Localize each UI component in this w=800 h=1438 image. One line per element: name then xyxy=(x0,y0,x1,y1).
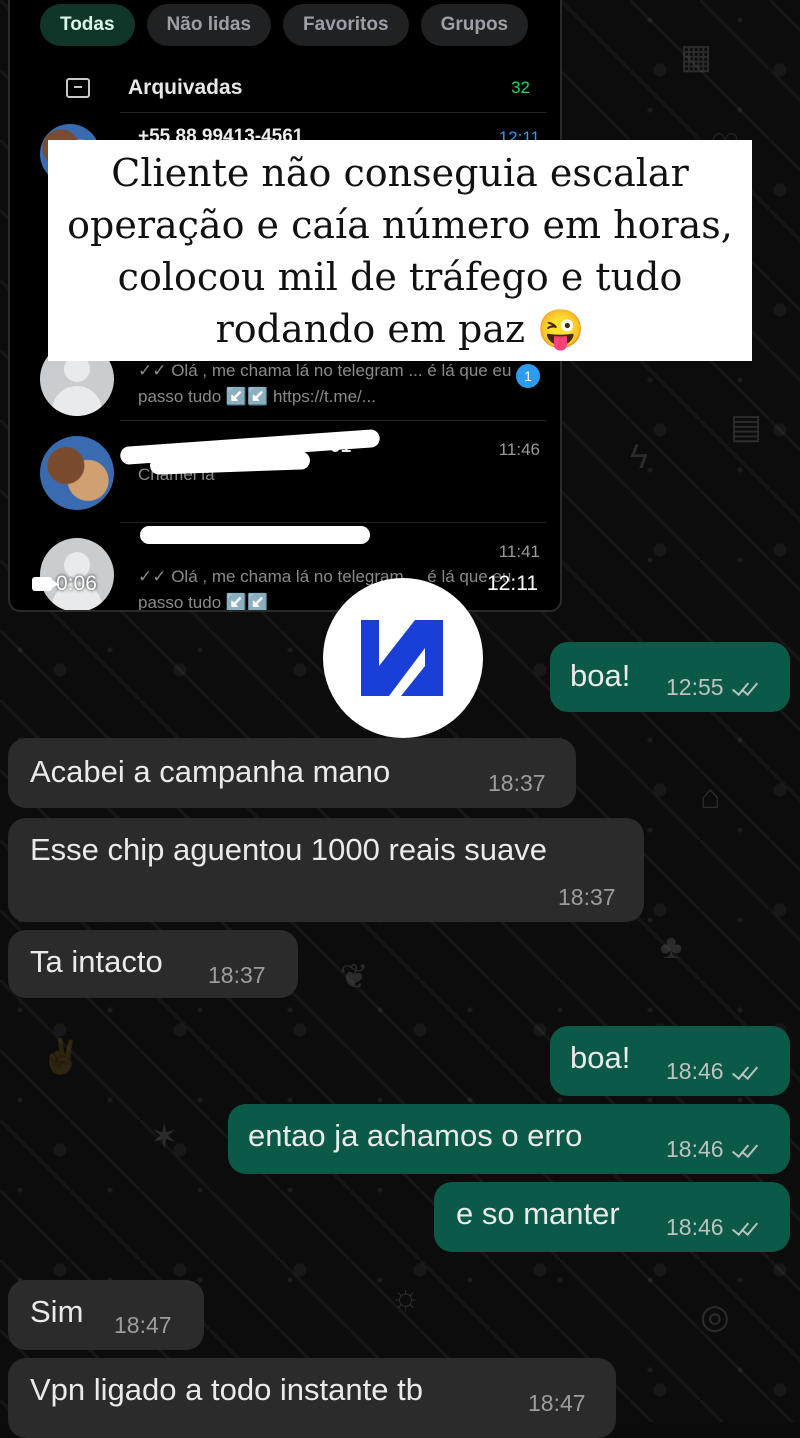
message-text: Acabei a campanha mano xyxy=(30,754,391,789)
message-text: Ta intacto xyxy=(30,944,163,979)
message-time: 18:47 xyxy=(114,1312,172,1338)
message-time: 18:37 xyxy=(558,884,616,910)
message-time: 18:46 xyxy=(666,1058,760,1085)
archive-icon xyxy=(66,78,90,98)
brand-logo xyxy=(323,578,483,738)
message-text: Vpn ligado a todo instante tb xyxy=(30,1372,423,1407)
message-time: 18:37 xyxy=(488,770,546,796)
divider xyxy=(120,420,546,421)
chat-filter-tabs: Todas Não lidas Favoritos Grupos xyxy=(40,4,529,46)
archived-count: 32 xyxy=(511,78,530,97)
chat-row[interactable]: 11:41 ✓✓ Olá , me chama lá no telegram .… xyxy=(40,526,540,610)
tab-favoritos[interactable]: Favoritos xyxy=(283,4,409,46)
message-text: boa! xyxy=(570,1040,631,1075)
archived-row[interactable]: Arquivadas 32 xyxy=(40,66,530,110)
doodle-peace-icon: ✌ xyxy=(40,1038,83,1076)
tab-nao-lidas[interactable]: Não lidas xyxy=(146,4,272,46)
doodle-lightning-icon: ϟ xyxy=(630,438,648,476)
read-ticks-icon xyxy=(730,1141,760,1159)
chat-preview: ✓✓ Olá , me chama lá no telegram ... é l… xyxy=(138,361,512,406)
message-outgoing[interactable]: entao ja achamos o erro 18:46 xyxy=(228,1104,790,1174)
message-outgoing[interactable]: boa! 12:55 xyxy=(550,642,790,712)
chat-time: 11:46 xyxy=(498,440,540,459)
archived-label: Arquivadas xyxy=(128,76,243,99)
story-caption: Cliente não conseguia escalar operação e… xyxy=(48,140,752,361)
message-time: 12:55 xyxy=(666,674,760,701)
tab-todas[interactable]: Todas xyxy=(40,4,135,46)
redaction-scribble xyxy=(140,526,370,544)
doodle-calculator-icon: ▤ xyxy=(730,408,763,446)
message-text: Esse chip aguentou 1000 reais suave xyxy=(30,832,548,867)
read-ticks-icon xyxy=(730,679,760,697)
doodle-calendar-icon: ▦ xyxy=(680,38,713,76)
video-duration-text: 0:06 xyxy=(56,572,97,595)
chat-row[interactable]: 01 11:46 Chamei la xyxy=(40,428,540,526)
message-time: 18:47 xyxy=(528,1390,586,1416)
video-camera-icon xyxy=(32,577,59,591)
doodle-sun-icon: ☼ xyxy=(390,1278,422,1316)
message-time: 18:46 xyxy=(666,1136,760,1163)
message-text: Sim xyxy=(30,1294,84,1329)
message-incoming[interactable]: Sim 18:47 xyxy=(8,1280,204,1350)
message-incoming[interactable]: Ta intacto 18:37 xyxy=(8,930,298,998)
read-ticks-icon xyxy=(730,1063,760,1081)
message-time-text: 18:46 xyxy=(666,1214,724,1240)
doodle-star-icon: ✶ xyxy=(150,1118,179,1156)
chat-time: 11:41 xyxy=(498,542,540,561)
divider xyxy=(120,112,546,113)
message-text: boa! xyxy=(570,658,631,693)
unread-badge: 1 xyxy=(516,364,540,388)
doodle-tree-icon: ♣ xyxy=(660,928,683,966)
read-ticks-icon xyxy=(730,1219,760,1237)
message-time: 18:46 xyxy=(666,1214,760,1241)
tab-grupos[interactable]: Grupos xyxy=(420,4,529,46)
doodle-ball-icon: ◎ xyxy=(700,1298,730,1336)
message-time-text: 18:46 xyxy=(666,1136,724,1162)
message-time: 18:37 xyxy=(208,962,266,988)
message-outgoing[interactable]: e so manter 18:46 xyxy=(434,1182,790,1252)
doodle-leaf-icon: ❦ xyxy=(340,958,369,996)
message-incoming[interactable]: Esse chip aguentou 1000 reais suave 18:3… xyxy=(8,818,644,922)
video-timestamp: 12:11 xyxy=(487,572,538,595)
avatar xyxy=(40,436,114,510)
message-text: entao ja achamos o erro xyxy=(248,1118,583,1153)
brand-logo-mark-icon xyxy=(361,620,443,696)
video-duration: 0:06 xyxy=(32,572,97,596)
message-time-text: 12:55 xyxy=(666,674,724,700)
message-incoming[interactable]: Vpn ligado a todo instante tb 18:47 xyxy=(8,1358,616,1438)
divider xyxy=(120,522,546,523)
message-time-text: 18:46 xyxy=(666,1058,724,1084)
message-outgoing[interactable]: boa! 18:46 xyxy=(550,1026,790,1096)
message-text: e so manter xyxy=(456,1196,620,1231)
message-incoming[interactable]: Acabei a campanha mano 18:37 xyxy=(8,738,576,808)
doodle-flowerpot-icon: ⌂ xyxy=(700,778,721,816)
